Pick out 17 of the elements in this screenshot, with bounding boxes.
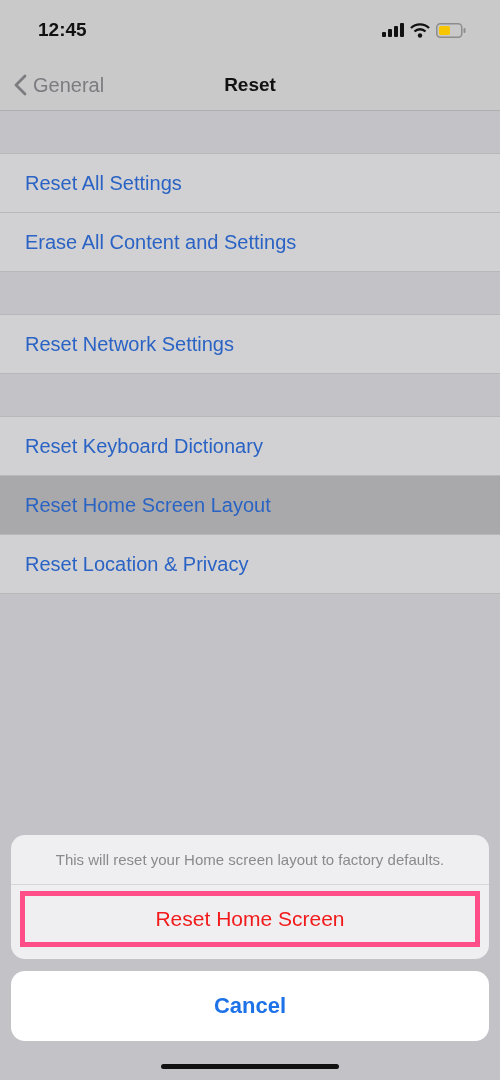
sheet-message: This will reset your Home screen layout to factory defaults. xyxy=(11,835,489,885)
chevron-left-icon xyxy=(14,74,27,96)
wifi-icon xyxy=(410,22,430,38)
nav-title: Reset xyxy=(224,74,276,96)
settings-row[interactable]: Reset Home Screen Layout xyxy=(0,475,500,534)
status-time: 12:45 xyxy=(38,19,87,41)
cancel-button[interactable]: Cancel xyxy=(11,971,489,1041)
back-button[interactable]: General xyxy=(14,73,225,97)
settings-row[interactable]: Reset All Settings xyxy=(0,154,500,212)
settings-row[interactable]: Reset Network Settings xyxy=(0,315,500,373)
settings-row[interactable]: Reset Keyboard Dictionary xyxy=(0,417,500,475)
settings-row[interactable]: Erase All Content and Settings xyxy=(0,212,500,271)
signal-icon xyxy=(382,23,404,37)
back-label: General xyxy=(33,73,105,97)
battery-icon xyxy=(436,22,466,38)
settings-row[interactable]: Reset Location & Privacy xyxy=(0,534,500,593)
reset-button[interactable]: Reset Home Screen xyxy=(20,891,480,947)
